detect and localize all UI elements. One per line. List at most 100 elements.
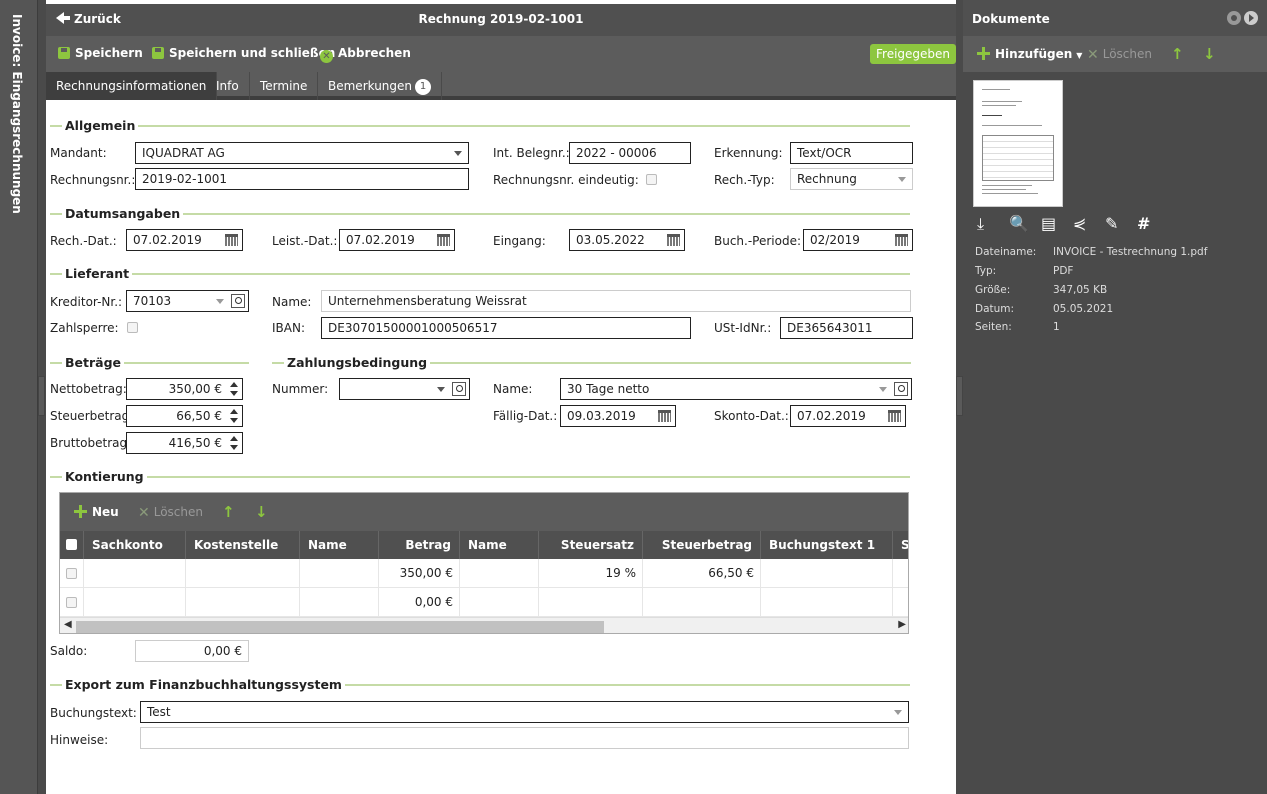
tab-rechnungsinformationen[interactable]: Rechnungsinformationen (46, 72, 218, 100)
buchperiode-field[interactable]: 02/2019 (803, 229, 913, 251)
iban-field[interactable]: DE30701500001000506517 (321, 317, 691, 339)
download-icon[interactable]: ⤓ (977, 214, 984, 234)
chevron-down-icon[interactable] (216, 299, 224, 304)
hash-icon[interactable]: # (1137, 214, 1150, 233)
stepper-icon[interactable] (230, 436, 238, 450)
erkennung-field[interactable]: Text/OCR (790, 142, 913, 164)
column-header[interactable]: S (893, 531, 908, 559)
table-cell[interactable] (186, 588, 300, 617)
netto-field[interactable]: 350,00 € (126, 378, 243, 400)
column-header[interactable]: Sachkonto (84, 531, 186, 559)
chevron-down-icon[interactable] (879, 387, 887, 392)
tab-termine[interactable]: Termine (250, 72, 319, 100)
zahlsperre-checkbox[interactable] (127, 322, 138, 333)
select-all-checkbox[interactable] (66, 539, 77, 550)
new-row-button[interactable]: Neu (74, 505, 119, 519)
calendar-icon[interactable] (888, 410, 901, 422)
belegnr-field[interactable]: 2022 - 00006 (569, 142, 691, 164)
right-splitter[interactable] (956, 376, 963, 416)
lookup-icon[interactable] (452, 382, 466, 396)
column-header[interactable]: Betrag (379, 531, 460, 559)
column-header[interactable]: Buchungstext 1 (761, 531, 893, 559)
save-button[interactable]: Speichern (58, 46, 143, 60)
document-icon[interactable]: ▤ (1041, 214, 1056, 233)
zahlung-nummer-field[interactable] (339, 378, 470, 400)
delete-document-button[interactable]: ✕ Löschen (1087, 47, 1152, 63)
skonto-field[interactable]: 07.02.2019 (790, 405, 906, 427)
edit-icon[interactable]: ✎ (1105, 214, 1118, 233)
steuer-field[interactable]: 66,50 € (126, 405, 243, 427)
scroll-right-icon[interactable]: ▶ (898, 619, 906, 630)
zahlung-name-field[interactable]: 30 Tage netto (560, 378, 912, 400)
table-cell[interactable] (761, 588, 893, 617)
arrow-up-icon[interactable]: ↑ (1171, 45, 1184, 63)
leistdat-field[interactable]: 07.02.2019 (339, 229, 455, 251)
arrow-down-icon[interactable]: ↓ (255, 503, 268, 521)
document-thumbnail[interactable] (973, 80, 1063, 207)
table-cell[interactable] (186, 559, 300, 588)
brutto-field[interactable]: 416,50 € (126, 432, 243, 454)
row-checkbox[interactable] (66, 597, 77, 608)
arrow-down-icon[interactable]: ↓ (1203, 45, 1216, 63)
calendar-icon[interactable] (895, 234, 908, 246)
scroll-left-icon[interactable]: ◀ (64, 619, 72, 630)
table-cell[interactable]: 350,00 € (379, 559, 460, 588)
eindeutig-checkbox[interactable] (646, 174, 657, 185)
left-splitter[interactable] (38, 376, 45, 416)
collapse-icon[interactable] (1244, 11, 1258, 25)
stepper-icon[interactable] (230, 382, 238, 396)
table-cell[interactable] (300, 588, 379, 617)
save-close-button[interactable]: Speichern und schließen (152, 46, 335, 60)
table-cell[interactable]: 19 % (539, 559, 643, 588)
rechtyp-select[interactable]: Rechnung (790, 168, 913, 190)
tab-bemerkungen[interactable]: Bemerkungen 1 (318, 72, 443, 100)
calendar-icon[interactable] (667, 234, 680, 246)
column-header[interactable]: Name (300, 531, 379, 559)
lookup-icon[interactable] (894, 382, 908, 396)
preview-icon[interactable]: 🔍 (1009, 214, 1029, 233)
column-header[interactable]: Kostenstelle (186, 531, 300, 559)
row-checkbox[interactable] (66, 568, 77, 579)
lookup-icon[interactable] (231, 294, 245, 308)
ustid-field[interactable]: DE365643011 (780, 317, 913, 339)
cancel-button[interactable]: ✕ Abbrechen (320, 46, 411, 63)
column-header[interactable]: Name (460, 531, 539, 559)
column-header[interactable]: Steuersatz (539, 531, 643, 559)
buchungstext-select[interactable]: Test (140, 701, 909, 723)
table-cell[interactable] (643, 588, 761, 617)
calendar-icon[interactable] (225, 234, 238, 246)
calendar-icon[interactable] (658, 410, 671, 422)
table-cell[interactable]: 66,50 € (643, 559, 761, 588)
rechnungsnr-field[interactable]: 2019-02-1001 (135, 168, 469, 190)
table-cell[interactable] (460, 588, 539, 617)
table-cell[interactable] (460, 559, 539, 588)
release-status-button[interactable]: Freigegeben (870, 44, 957, 64)
table-cell[interactable] (84, 559, 186, 588)
delete-row-button[interactable]: ✕ Löschen (138, 505, 203, 521)
table-cell[interactable] (300, 559, 379, 588)
horizontal-scrollbar[interactable]: ◀ ▶ (60, 617, 908, 633)
mandant-select[interactable]: IQUADRAT AG (135, 142, 469, 164)
table-cell[interactable]: 0,00 € (379, 588, 460, 617)
add-document-button[interactable]: Hinzufügen ▼ (977, 47, 1082, 61)
chevron-down-icon[interactable] (437, 387, 445, 392)
lieferant-name-field[interactable]: Unternehmensberatung Weissrat (321, 290, 911, 312)
kreditor-field[interactable]: 70103 (126, 290, 249, 312)
gear-icon[interactable] (1227, 11, 1241, 25)
tab-info[interactable]: Info (206, 72, 250, 100)
scrollbar-thumb[interactable] (76, 621, 604, 633)
faellig-field[interactable]: 09.03.2019 (560, 405, 676, 427)
table-cell[interactable] (84, 588, 186, 617)
calendar-icon[interactable] (437, 234, 450, 246)
share-icon[interactable]: ⋞ (1073, 214, 1086, 233)
rechdat-field[interactable]: 07.02.2019 (126, 229, 243, 251)
hinweise-field[interactable] (140, 727, 909, 749)
table-cell[interactable] (761, 559, 893, 588)
arrow-up-icon[interactable]: ↑ (222, 503, 235, 521)
table-row[interactable]: 0,00 € (60, 588, 908, 617)
table-cell[interactable] (539, 588, 643, 617)
column-header[interactable]: Steuerbetrag (643, 531, 761, 559)
module-sidebar[interactable]: Invoice: Eingangsrechnungen (0, 0, 38, 794)
stepper-icon[interactable] (230, 409, 238, 423)
eingang-field[interactable]: 03.05.2022 (569, 229, 685, 251)
